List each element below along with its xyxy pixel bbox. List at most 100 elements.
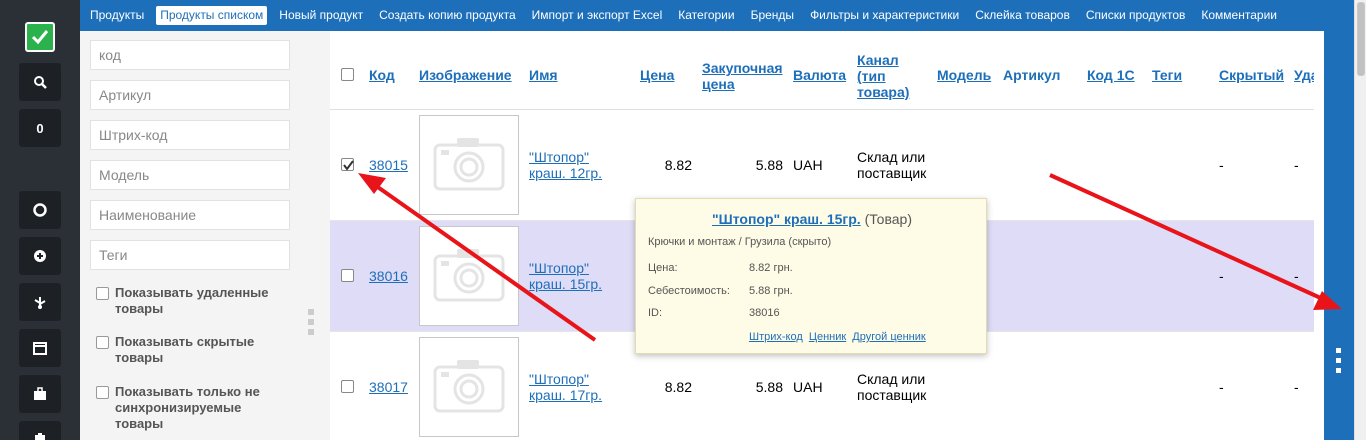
counter-value: 0 (36, 120, 44, 136)
logo-check-icon[interactable] (25, 22, 55, 52)
product-code-link[interactable]: 38015 (369, 157, 408, 173)
nav-item-6[interactable]: Бренды (747, 6, 798, 25)
column-tags[interactable]: Теги (1152, 67, 1182, 83)
usb-icon[interactable] (19, 283, 61, 321)
product-name-link[interactable]: "Штопор" краш. 12гр. (529, 149, 619, 181)
hidden-value: - (1219, 157, 1224, 173)
product-code-link[interactable]: 38017 (369, 379, 408, 395)
left-rail: 0 (0, 0, 80, 440)
tooltip-price-value: 8.82 грн. (749, 262, 793, 274)
nav-item-3[interactable]: Создать копию продукта (375, 6, 520, 25)
tooltip-id-label: ID: (648, 307, 663, 319)
nav-item-5[interactable]: Категории (674, 6, 738, 25)
right-panel-bar (1324, 0, 1354, 440)
nav-item-4[interactable]: Импорт и экспорт Excel (528, 6, 667, 25)
column-channel[interactable]: Канал (тип товара) (857, 52, 927, 100)
tooltip-category: Крючки и монтаж / Грузила (скрыто) (648, 236, 832, 248)
camera-icon (433, 135, 505, 196)
camera-icon (433, 246, 505, 307)
channel-value: Склад или поставщик (857, 371, 927, 403)
camera-icon (433, 357, 505, 418)
product-code-link[interactable]: 38016 (369, 268, 408, 284)
currency-value: UAH (793, 379, 823, 395)
tooltip-title: "Штопор" краш. 15гр. (Товар) (636, 211, 988, 227)
plus-circle-icon[interactable] (19, 237, 61, 275)
price-tag-link[interactable]: Ценник (809, 331, 846, 343)
panel-resize-handle[interactable] (308, 309, 314, 339)
clipboard-icon[interactable] (19, 421, 61, 440)
tooltip-links: Штрих-код Ценник Другой ценник (749, 331, 929, 343)
row-checkbox[interactable] (341, 158, 354, 171)
cost-value: 5.88 (755, 379, 783, 395)
channel-value: Склад или поставщик (857, 149, 927, 181)
tooltip-cost-value: 5.88 грн. (749, 285, 793, 297)
table-header: Код Изображение Имя Цена Закупочная цена… (330, 40, 1314, 110)
column-cost[interactable]: Закупочная цена (702, 60, 787, 92)
hidden-value: - (1219, 268, 1224, 284)
nav-item-8[interactable]: Склейка товаров (971, 6, 1074, 25)
filter-code-input[interactable]: код (90, 40, 290, 70)
nav-item-1[interactable]: Продукты списком (156, 6, 268, 25)
cart-counter[interactable]: 0 (19, 109, 61, 147)
tooltip-product-link[interactable]: "Штопор" краш. 15гр. (712, 211, 861, 227)
show-unsynced-checkbox[interactable]: Показывать только не синхронизируемые то… (96, 384, 286, 432)
product-name-link[interactable]: "Штопор" краш. 15гр. (529, 260, 619, 292)
page-scrollbar[interactable] (1354, 0, 1366, 440)
nav-item-2[interactable]: Новый продукт (275, 6, 367, 25)
filter-barcode-input[interactable]: Штрих-код (90, 120, 290, 150)
filter-tags-input[interactable]: Теги (90, 240, 290, 270)
show-deleted-label: Показывать удаленные товары (115, 285, 269, 316)
search-icon[interactable] (19, 63, 61, 101)
column-hidden[interactable]: Скрытый (1219, 67, 1284, 83)
column-deleted[interactable]: Уда (1294, 67, 1314, 83)
currency-value: UAH (793, 157, 823, 173)
more-menu-icon[interactable] (1336, 348, 1342, 378)
briefcase-icon[interactable] (19, 375, 61, 413)
lifebuoy-icon[interactable] (19, 191, 61, 229)
product-image-placeholder[interactable] (419, 115, 519, 215)
show-deleted-checkbox[interactable]: Показывать удаленные товары (96, 285, 286, 317)
tooltip-id-value: 38016 (749, 307, 780, 319)
column-image[interactable]: Изображение (419, 67, 512, 83)
product-image-placeholder[interactable] (419, 226, 519, 326)
show-unsynced-label: Показывать только не синхронизируемые то… (115, 384, 260, 431)
tooltip-price-label: Цена: (648, 262, 678, 274)
column-currency[interactable]: Валюта (793, 67, 846, 83)
price-value: 8.82 (664, 157, 692, 173)
deleted-value: - (1294, 379, 1299, 395)
product-name-link[interactable]: "Штопор" краш. 17гр. (529, 371, 619, 403)
tooltip-title-suffix: (Товар) (864, 211, 912, 227)
hidden-value: - (1219, 379, 1224, 395)
column-sku[interactable]: Артикул (1003, 67, 1060, 83)
top-navigation: Продукты Продукты списком Новый продукт Соз… (80, 0, 1324, 31)
filter-model-input[interactable]: Модель (90, 160, 290, 190)
show-hidden-checkbox[interactable]: Показывать скрытые товары (96, 334, 286, 366)
scrollbar-thumb[interactable] (1357, 2, 1365, 76)
column-price[interactable]: Цена (640, 67, 674, 83)
checkbox-box[interactable] (96, 336, 109, 349)
filter-panel: код Артикул Штрих-код Модель Наименовани… (80, 31, 330, 440)
column-code[interactable]: Код (369, 67, 395, 83)
product-image-placeholder[interactable] (419, 337, 519, 437)
column-model[interactable]: Модель (937, 67, 991, 83)
row-checkbox[interactable] (341, 380, 354, 393)
nav-item-7[interactable]: Фильтры и характеристики (806, 6, 963, 25)
column-name[interactable]: Имя (529, 67, 558, 83)
checkbox-box[interactable] (96, 386, 109, 399)
calendar-icon[interactable] (19, 329, 61, 367)
nav-item-10[interactable]: Комментарии (1197, 6, 1281, 25)
check-icon (343, 160, 354, 171)
deleted-value: - (1294, 268, 1299, 284)
other-price-tag-link[interactable]: Другой ценник (852, 331, 925, 343)
tooltip-cost-label: Себестоимость: (648, 285, 730, 297)
nav-item-9[interactable]: Списки продуктов (1082, 6, 1190, 25)
row-checkbox[interactable] (341, 269, 354, 282)
cost-value: 5.88 (755, 157, 783, 173)
filter-sku-input[interactable]: Артикул (90, 80, 290, 110)
filter-name-input[interactable]: Наименование (90, 200, 290, 230)
column-code-1c[interactable]: Код 1С (1087, 67, 1135, 83)
checkbox-box[interactable] (96, 287, 109, 300)
barcode-link[interactable]: Штрих-код (749, 331, 803, 343)
nav-item-0[interactable]: Продукты (86, 6, 148, 25)
select-all-checkbox[interactable] (341, 68, 354, 81)
